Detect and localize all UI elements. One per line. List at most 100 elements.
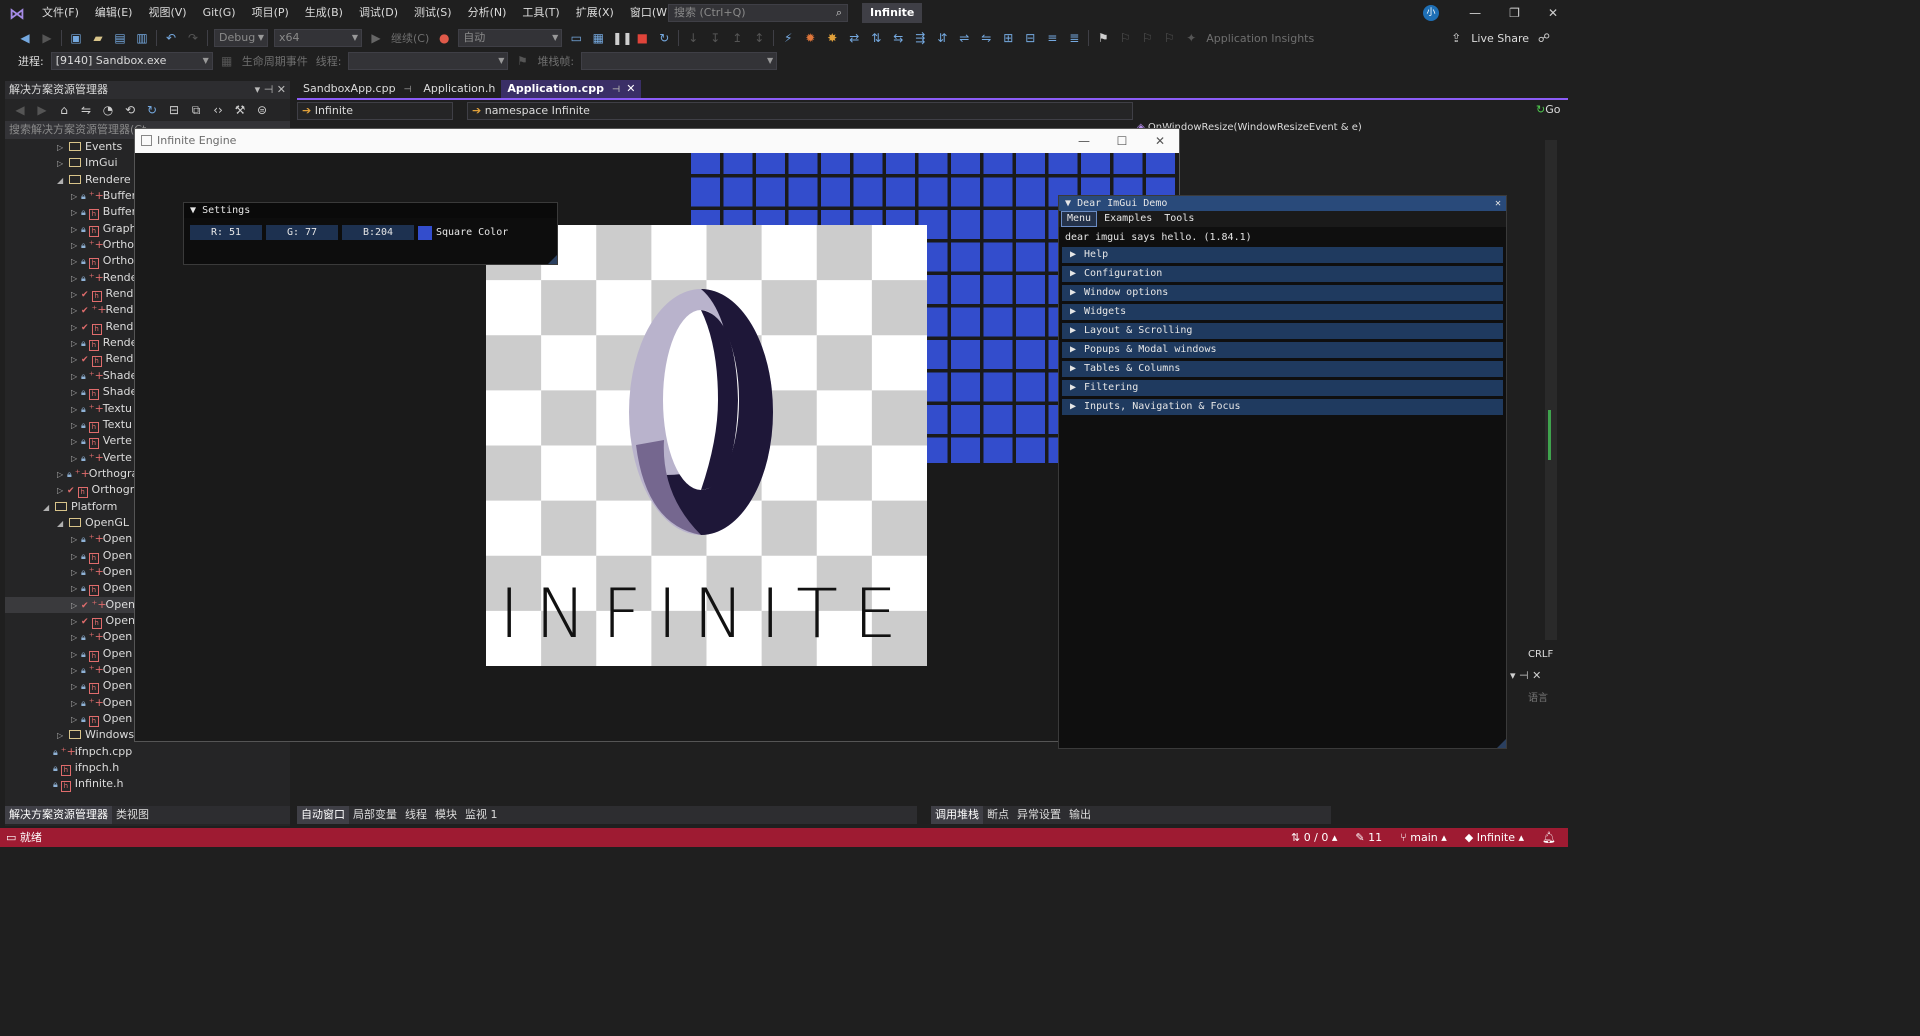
pin-icon[interactable]: ⊣ (612, 85, 620, 95)
panel-options-icon[interactable]: ▾ ⊣ ✕ (255, 81, 286, 99)
collapsed-arrow-icon[interactable]: ▷ (71, 402, 81, 418)
menu-item[interactable]: 分析(N) (460, 0, 515, 26)
document-tab[interactable]: Application.h (417, 80, 501, 98)
menu-item[interactable]: 编辑(E) (87, 0, 141, 26)
diagnostics-icon[interactable]: ⚡ (780, 30, 796, 46)
properties-icon[interactable]: ⚒ (232, 102, 248, 118)
collapsed-arrow-icon[interactable]: ▷ (71, 287, 81, 303)
menu-item[interactable]: 测试(S) (406, 0, 460, 26)
red-drag-field[interactable]: R: 51 (190, 225, 262, 240)
nav-scope-dropdown[interactable]: ➔ namespace Infinite (467, 102, 1133, 120)
menu-item[interactable]: 工具(T) (514, 0, 567, 26)
switch-views-icon[interactable]: ⇋ (78, 102, 94, 118)
panel-tab[interactable]: 解决方案资源管理器 (5, 806, 112, 824)
tree-item[interactable]: 🔒︎ h Infinite.h (5, 776, 290, 793)
flag-thread-icon[interactable]: ⚑ (514, 53, 530, 69)
tree-item[interactable]: 🔒︎ h ifnpch.h (5, 760, 290, 777)
account-avatar[interactable]: 小 (1423, 5, 1439, 21)
go-button[interactable]: ↻Go (1532, 102, 1564, 120)
maximize-icon[interactable]: ❐ (1509, 0, 1520, 26)
open-folder-icon[interactable]: ▰ (90, 30, 106, 46)
bookmark-clear-icon[interactable]: ⚐ (1161, 30, 1177, 46)
lightbulb-icon[interactable]: ✦ (1183, 30, 1199, 46)
bookmark-prev-icon[interactable]: ⚐ (1117, 30, 1133, 46)
collapsed-arrow-icon[interactable]: ▷ (71, 451, 81, 467)
collapsed-arrow-icon[interactable]: ▷ (71, 565, 81, 581)
redo-icon[interactable]: ↷ (185, 30, 201, 46)
nav-project-dropdown[interactable]: ➔ Infinite (297, 102, 453, 120)
forward-icon[interactable]: ▶ (34, 102, 50, 118)
configuration-dropdown[interactable]: Debug ▼ (214, 29, 268, 47)
home-icon[interactable]: ⌂ (56, 102, 72, 118)
stop-icon[interactable]: ■ (634, 30, 650, 46)
collapse-arrow-icon[interactable]: ▼ (190, 205, 196, 216)
source-changes-button[interactable]: ⇅ 0 / 0 ▴ (1291, 828, 1337, 847)
close-icon[interactable]: ✕ (1548, 0, 1558, 26)
process-dropdown[interactable]: [9140] Sandbox.exe ▼ (50, 52, 213, 70)
collapsed-arrow-icon[interactable]: ▷ (71, 663, 81, 679)
collapsed-arrow-icon[interactable]: ▷ (71, 532, 81, 548)
collapsed-arrow-icon[interactable]: ▷ (71, 352, 81, 368)
close-icon[interactable]: ✕ (1141, 129, 1179, 153)
collapsed-arrow-icon[interactable]: ▷ (71, 385, 81, 401)
panel-tab[interactable]: 类视图 (112, 806, 153, 824)
menu-item[interactable]: Git(G) (195, 0, 244, 26)
resize-grip-icon[interactable] (1497, 739, 1506, 748)
restart-icon[interactable]: ↻ (656, 30, 672, 46)
debug-tool-1-icon[interactable]: ✹ (802, 30, 818, 46)
debug-tool-4-icon[interactable]: ⇅ (868, 30, 884, 46)
imgui-demo-window[interactable]: ▼ Dear ImGui Demo ✕ Menu Examples Tools de… (1058, 195, 1507, 749)
menu-item[interactable]: 项目(P) (244, 0, 297, 26)
tool-window-tab[interactable]: 输出 (1065, 806, 1095, 824)
undo-icon[interactable]: ↶ (163, 30, 179, 46)
menu-item[interactable]: 生成(B) (297, 0, 351, 26)
show-all-files-icon[interactable]: ⧉ (188, 102, 204, 118)
tool-window-tab[interactable]: 异常设置 (1013, 806, 1065, 824)
vs-logo-icon[interactable]: ⋈ (0, 0, 34, 26)
nav-member-dropdown[interactable]: ◈ OnWindowResize(WindowResizeEvent & e) (1137, 122, 1547, 136)
thread-dropdown[interactable]: ▼ (348, 52, 509, 70)
pin-icon[interactable]: ⊣ (404, 85, 412, 95)
lifecycle-icon[interactable]: ▦ (219, 53, 235, 69)
menu-item[interactable]: 文件(F) (34, 0, 87, 26)
debug-tool-6-icon[interactable]: ⇶ (912, 30, 928, 46)
debug-tool-2-icon[interactable]: ✸ (824, 30, 840, 46)
back-icon[interactable]: ◀ (12, 102, 28, 118)
demo-titlebar[interactable]: ▼ Dear ImGui Demo ✕ (1059, 196, 1506, 211)
debug-tool-8-icon[interactable]: ⇌ (956, 30, 972, 46)
bookmark-icon[interactable]: ⚑ (1095, 30, 1111, 46)
feedback-icon[interactable]: ☍ (1536, 30, 1552, 46)
pause-icon[interactable]: ❚❚ (612, 30, 632, 46)
tool-window-tab[interactable]: 线程 (401, 806, 431, 824)
notifications-icon[interactable]: 🔔︎ (1542, 828, 1556, 847)
collapsed-arrow-icon[interactable]: ▷ (57, 728, 67, 744)
demo-menu-item[interactable]: Tools (1159, 212, 1199, 226)
collapsing-header[interactable]: ▶ Popups & Modal windows (1062, 342, 1503, 358)
tool-window-tab[interactable]: 模块 (431, 806, 461, 824)
live-share-button[interactable]: Live Share (1471, 32, 1529, 45)
step-back-icon[interactable]: ↕ (751, 30, 767, 46)
collapsed-arrow-icon[interactable]: ▷ (71, 696, 81, 712)
document-tab[interactable]: Application.cpp ⊣ ✕ (501, 80, 642, 98)
collapsing-header[interactable]: ▶ Configuration (1062, 266, 1503, 282)
collapsed-arrow-icon[interactable]: ▷ (71, 303, 81, 319)
hot-reload-icon[interactable]: ● (436, 30, 452, 46)
close-icon[interactable]: ✕ (1495, 196, 1501, 211)
collapsed-arrow-icon[interactable]: ▷ (71, 630, 81, 646)
forward-icon[interactable]: ▶ (39, 30, 55, 46)
collapsing-header[interactable]: ▶ Inputs, Navigation & Focus (1062, 399, 1503, 415)
collapsing-header[interactable]: ▶ Window options (1062, 285, 1503, 301)
save-all-icon[interactable]: ▥ (134, 30, 150, 46)
app-insights-button[interactable]: Application Insights (1206, 32, 1314, 45)
collapsed-arrow-icon[interactable]: ▷ (71, 614, 81, 630)
demo-menu-item[interactable]: Examples (1099, 212, 1157, 226)
debug-tool-10-icon[interactable]: ⊞ (1000, 30, 1016, 46)
document-tab[interactable]: SandboxApp.cpp ⊣ (297, 80, 417, 98)
collapsed-arrow-icon[interactable]: ▷ (71, 598, 81, 614)
collapsed-arrow-icon[interactable]: ▷ (71, 254, 81, 270)
expanded-arrow-icon[interactable]: ◢ (57, 516, 67, 532)
debug-tool-5-icon[interactable]: ⇆ (890, 30, 906, 46)
stack-frame-dropdown[interactable]: ▼ (581, 52, 778, 70)
expanded-arrow-icon[interactable]: ◢ (57, 173, 67, 189)
collapsed-arrow-icon[interactable]: ▷ (71, 189, 81, 205)
